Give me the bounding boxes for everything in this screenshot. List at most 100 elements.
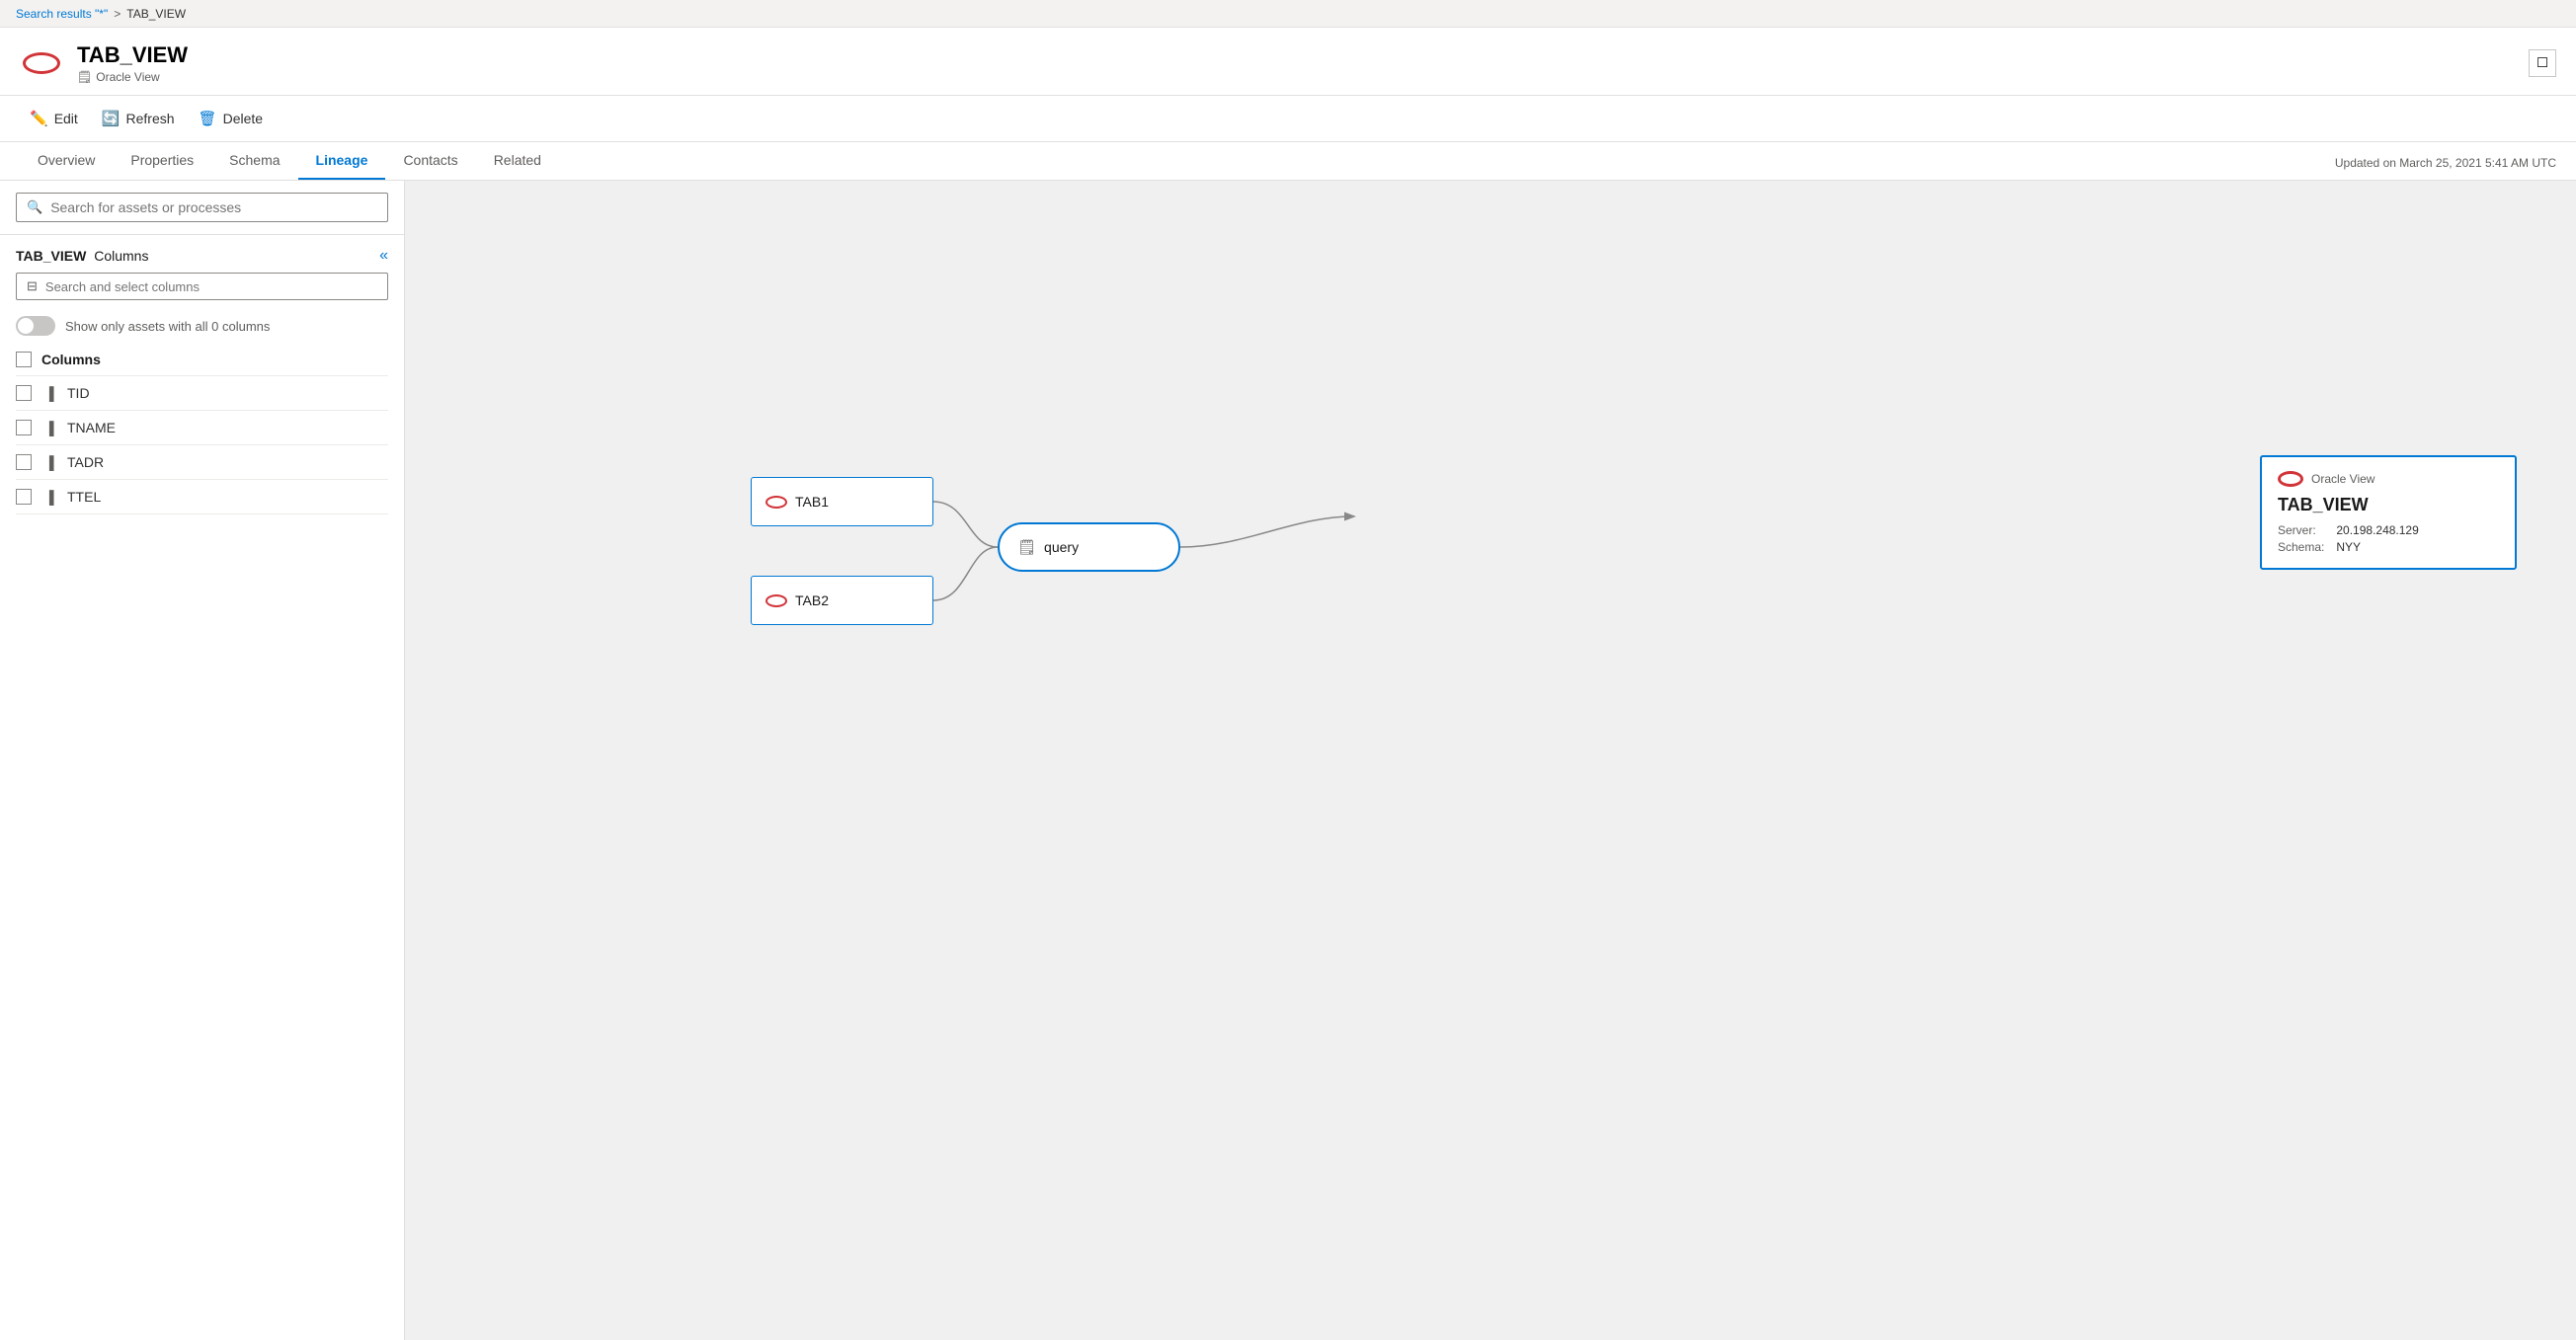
divider-1 [16, 410, 388, 411]
breadcrumb-current: TAB_VIEW [126, 7, 186, 21]
select-all-checkbox[interactable] [16, 352, 32, 367]
toggle-track [16, 316, 55, 336]
subtitle-icon: 🗒 [77, 70, 92, 84]
tabview-detail: Server: 20.198.248.129 Schema: NYY [2278, 523, 2499, 554]
expand-button[interactable]: ☐ [2529, 49, 2556, 77]
breadcrumb-separator: > [114, 7, 121, 21]
tab2-oval-icon [765, 594, 787, 607]
refresh-button[interactable]: 🔄 Refresh [92, 104, 185, 133]
node-query[interactable]: 🗒 query [998, 522, 1180, 572]
search-icon: 🔍 [27, 199, 42, 215]
entity-name-label: TAB_VIEW [16, 248, 86, 264]
refresh-label: Refresh [126, 111, 175, 126]
filter-input[interactable] [45, 279, 377, 294]
tabs-bar: Overview Properties Schema Lineage Conta… [0, 142, 2576, 181]
column-row-ttel[interactable]: ▐ TTEL [8, 482, 396, 512]
filter-input-wrapper: ⊟ [16, 273, 388, 300]
search-input[interactable] [50, 199, 377, 215]
subtitle-text: Oracle View [96, 70, 159, 84]
checkbox-tid[interactable] [16, 385, 32, 401]
tab-overview[interactable]: Overview [20, 142, 113, 180]
columns-list: Columns ▐ TID ▐ TNAME ▐ [0, 346, 404, 514]
query-doc-icon: 🗒 [1017, 538, 1036, 556]
node-tab2-label: TAB2 [795, 592, 829, 608]
edit-button[interactable]: ✏️ Edit [20, 104, 88, 133]
toggle-thumb [18, 318, 34, 334]
checkbox-tadr[interactable] [16, 454, 32, 470]
col-name-tname: TNAME [67, 420, 116, 435]
collapse-button[interactable]: « [379, 247, 388, 265]
column-row-tid[interactable]: ▐ TID [8, 378, 396, 408]
col-icon-tid: ▐ [41, 386, 57, 401]
header-left: TAB_VIEW 🗒 Oracle View [20, 41, 188, 85]
columns-panel-title: TAB_VIEW Columns [16, 248, 148, 264]
filter-icon: ⊟ [27, 278, 38, 294]
node-tab1[interactable]: TAB1 [751, 477, 933, 526]
tab-schema[interactable]: Schema [211, 142, 297, 180]
edit-icon: ✏️ [30, 110, 48, 127]
search-input-wrapper: 🔍 [16, 193, 388, 222]
col-name-tid: TID [67, 385, 90, 401]
sidebar-panel: 🔍 TAB_VIEW Columns « ⊟ [0, 181, 405, 1340]
expand-icon: ☐ [2536, 55, 2548, 71]
node-tabview[interactable]: Oracle View TAB_VIEW Server: 20.198.248.… [2260, 455, 2517, 570]
column-row-tadr[interactable]: ▐ TADR [8, 447, 396, 477]
columns-divider-top [16, 375, 388, 376]
delete-label: Delete [223, 111, 263, 126]
checkbox-ttel[interactable] [16, 489, 32, 505]
columns-panel-header: TAB_VIEW Columns « [0, 235, 404, 273]
node-tab2[interactable]: TAB2 [751, 576, 933, 625]
schema-key: Schema: [2278, 540, 2324, 554]
column-row-tname[interactable]: ▐ TNAME [8, 413, 396, 442]
col-icon-tadr: ▐ [41, 455, 57, 470]
tabs-list: Overview Properties Schema Lineage Conta… [20, 142, 559, 180]
tabs-meta: Updated on March 25, 2021 5:41 AM UTC [2335, 156, 2556, 180]
columns-list-header: Columns [8, 346, 396, 373]
divider-4 [16, 513, 388, 514]
tab-lineage[interactable]: Lineage [298, 142, 386, 180]
main-content: 🔍 TAB_VIEW Columns « ⊟ [0, 181, 2576, 1340]
search-bar-container: 🔍 [0, 181, 404, 235]
server-key: Server: [2278, 523, 2324, 537]
toggle-switch[interactable] [16, 316, 55, 336]
tabview-name: TAB_VIEW [2278, 495, 2499, 515]
tabview-type: Oracle View [2311, 472, 2375, 486]
checkbox-tname[interactable] [16, 420, 32, 435]
oracle-view-icon [20, 41, 63, 85]
header-section: TAB_VIEW 🗒 Oracle View ☐ [0, 28, 2576, 96]
connector-svg [405, 181, 2576, 1340]
delete-icon: 🗑 [199, 110, 217, 127]
node-tab1-label: TAB1 [795, 494, 829, 510]
columns-list-label: Columns [41, 352, 101, 367]
toolbar: ✏️ Edit 🔄 Refresh 🗑 Delete [0, 96, 2576, 142]
refresh-icon: 🔄 [102, 110, 121, 127]
header-text-block: TAB_VIEW 🗒 Oracle View [77, 42, 188, 84]
page-title: TAB_VIEW [77, 42, 188, 68]
server-value: 20.198.248.129 [2336, 523, 2499, 537]
canvas-area: TAB1 TAB2 🗒 query Oracle View TAB_VIEW S… [405, 181, 2576, 1340]
col-name-tadr: TADR [67, 454, 104, 470]
edit-label: Edit [54, 111, 78, 126]
tabview-oval-icon [2278, 471, 2303, 487]
node-query-label: query [1044, 539, 1079, 555]
col-icon-tname: ▐ [41, 421, 57, 435]
columns-panel: TAB_VIEW Columns « ⊟ Show only assets wi… [0, 235, 404, 1340]
oval-shape [23, 52, 60, 74]
tab-related[interactable]: Related [476, 142, 559, 180]
tab-properties[interactable]: Properties [113, 142, 211, 180]
col-icon-ttel: ▐ [41, 490, 57, 505]
delete-button[interactable]: 🗑 Delete [189, 104, 274, 133]
tab1-oval-icon [765, 496, 787, 509]
toggle-row: Show only assets with all 0 columns [0, 310, 404, 346]
divider-2 [16, 444, 388, 445]
divider-3 [16, 479, 388, 480]
toggle-label: Show only assets with all 0 columns [65, 319, 270, 334]
columns-label: Columns [90, 248, 148, 264]
schema-value: NYY [2336, 540, 2499, 554]
breadcrumb-link[interactable]: Search results "*" [16, 7, 108, 21]
col-name-ttel: TTEL [67, 489, 101, 505]
breadcrumb-bar: Search results "*" > TAB_VIEW [0, 0, 2576, 28]
tabview-header: Oracle View [2278, 471, 2499, 487]
header-subtitle: 🗒 Oracle View [77, 70, 188, 84]
tab-contacts[interactable]: Contacts [385, 142, 475, 180]
